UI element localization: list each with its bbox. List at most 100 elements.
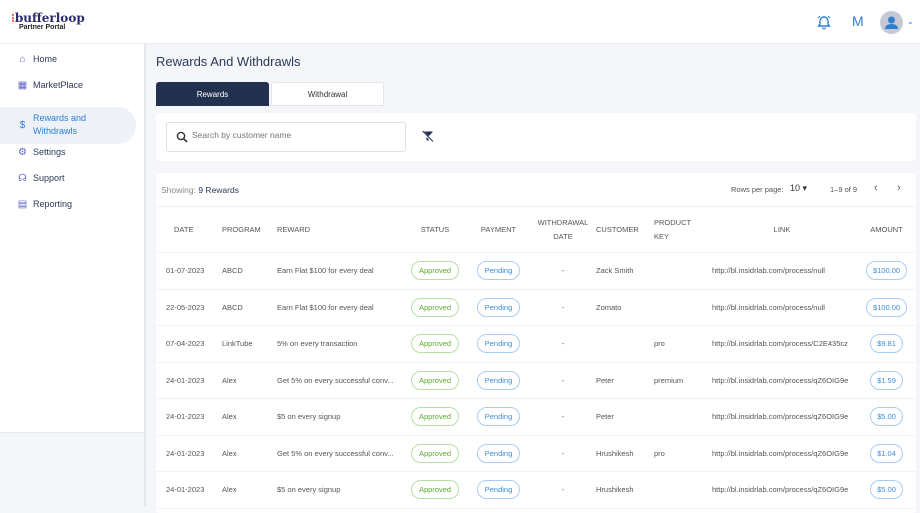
column-header-payment[interactable]: PAYMENT — [467, 207, 530, 253]
cell-reward: Earn Flat $100 for every deal — [277, 302, 374, 312]
payment-badge: Pending — [476, 480, 521, 500]
amount-badge: $100.00 — [865, 261, 908, 281]
sidebar-item-label: Support — [33, 172, 65, 183]
cell-link[interactable]: http://bl.insidrlab.com/process/qZ6OIG9e — [707, 435, 857, 472]
cell-customer: Zack Smith — [596, 266, 634, 276]
brand-name: bufferloop — [14, 11, 85, 25]
cell-reward: Get 5% on every successful conv... — [277, 448, 394, 458]
cell-date: 07-04-2023 — [166, 339, 205, 349]
status-badge: Approved — [410, 407, 460, 427]
cell-withdrawal-date: - — [561, 412, 565, 422]
cell-program: Alex — [222, 485, 237, 495]
cell-program: Alex — [222, 412, 237, 422]
sidebar-item-label: Reporting — [33, 198, 73, 209]
cell-link[interactable]: http://bl.insidrlab.com/process/C2E435cz — [707, 326, 857, 363]
payment-badge: Pending — [476, 334, 521, 354]
avatar[interactable] — [880, 11, 903, 34]
sidebar-item-label: Settings — [33, 146, 66, 157]
column-header-reward[interactable]: REWARD — [277, 207, 403, 253]
table-row[interactable]: 07-04-2023 LinkTube 5% on every transact… — [156, 326, 916, 363]
payment-badge: Pending — [476, 261, 521, 281]
search-card — [156, 113, 916, 161]
clear-filter-icon[interactable] — [421, 130, 434, 143]
table-row[interactable]: 24-01-2023 Alex Get 5% on every successf… — [156, 362, 916, 399]
cell-reward: Get 5% on every successful conv... — [277, 375, 394, 385]
cell-link[interactable]: http://bl.insidrlab.com/process/qZ6OIG9e — [707, 399, 857, 436]
cell-product-key: premium — [654, 375, 684, 385]
cell-product-key — [654, 289, 707, 326]
column-header-withdrawal-date[interactable]: WITHDRAWAL DATE — [530, 207, 596, 253]
amount-badge: $1.04 — [870, 443, 903, 463]
cell-customer: Hrushikesh — [596, 485, 634, 495]
cell-customer: Hrushikesh — [596, 448, 634, 458]
table-row[interactable]: 24-01-2023 Alex $5 on every signup Appro… — [156, 399, 916, 436]
sidebar-item-label: Home — [33, 53, 58, 64]
brand-subtitle: Partner Portal — [19, 24, 66, 31]
column-header-link[interactable]: LINK — [707, 207, 857, 253]
column-header-program[interactable]: PROGRAM — [222, 207, 277, 253]
sidebar-item-rewards[interactable]: $ Rewards and Withdrawls — [0, 107, 136, 144]
cell-program: ABCD — [222, 266, 243, 276]
status-badge: Approved — [410, 370, 460, 390]
chevron-down-icon[interactable]: ⌄ — [907, 17, 914, 26]
prev-page-icon[interactable]: ‹ — [874, 182, 878, 194]
status-badge: Approved — [410, 334, 460, 354]
payment-badge: Pending — [476, 370, 521, 390]
cell-reward: $5 on every signup — [277, 485, 341, 495]
cell-withdrawal-date: - — [561, 448, 565, 458]
cell-product-key — [654, 253, 707, 290]
sidebar-item-label: MarketPlace — [33, 79, 84, 90]
showing-count: Showing: 9 Rewards — [161, 185, 239, 195]
amount-badge: $1.59 — [870, 370, 903, 390]
status-badge: Approved — [410, 443, 460, 463]
notification-bell-icon[interactable] — [816, 14, 832, 30]
cell-date: 22-05-2023 — [166, 302, 205, 312]
table-row[interactable]: 24-01-2023 Alex $5 on every signup Appro… — [156, 472, 916, 509]
amount-badge: $5.00 — [870, 480, 903, 500]
status-badge: Approved — [410, 480, 460, 500]
pagination-range: 1–9 of 9 — [830, 185, 858, 194]
column-header-date[interactable]: DATE — [156, 207, 222, 253]
cell-date: 24-01-2023 — [166, 448, 205, 458]
cell-product-key — [654, 472, 707, 509]
rows-per-page-select[interactable]: 10 ▾ — [790, 183, 807, 194]
sidebar-item-label: Rewards and — [33, 113, 87, 123]
rewards-table: DATE PROGRAM REWARD STATUS PAYMENT WITHD… — [156, 206, 916, 509]
table-row[interactable]: 24-01-2023 Alex Get 5% on every successf… — [156, 435, 916, 472]
cell-program: ABCD — [222, 302, 243, 312]
cell-link[interactable]: http://bl.insidrlab.com/process/null — [707, 289, 857, 326]
top-bar: ⁝bufferloop Partner Portal M ⌄ — [0, 0, 920, 44]
column-header-status[interactable]: STATUS — [403, 207, 467, 253]
payment-badge: Pending — [476, 407, 521, 427]
cell-program: Alex — [222, 448, 237, 458]
cell-product-key: pro — [654, 448, 665, 458]
search-icon — [176, 131, 188, 143]
cell-link[interactable]: http://bl.insidrlab.com/process/qZ6OIG9e — [707, 362, 857, 399]
search-input[interactable] — [192, 130, 392, 140]
cell-program: Alex — [222, 375, 237, 385]
cell-customer: Zomato — [596, 302, 622, 312]
cell-reward: $5 on every signup — [277, 412, 341, 422]
table-header-row: DATE PROGRAM REWARD STATUS PAYMENT WITHD… — [156, 206, 916, 253]
cell-customer — [596, 326, 654, 363]
next-page-icon[interactable]: › — [897, 182, 901, 194]
cell-link[interactable]: http://bl.insidrlab.com/process/null — [707, 253, 857, 290]
user-initial[interactable]: M — [852, 13, 864, 29]
cell-date: 24-01-2023 — [166, 485, 205, 495]
column-header-customer[interactable]: CUSTOMER — [596, 207, 654, 253]
status-badge: Approved — [410, 261, 460, 281]
column-header-amount[interactable]: AMOUNT — [857, 207, 916, 253]
cell-link[interactable]: http://bl.insidrlab.com/process/qZ6OIG9e — [707, 472, 857, 509]
table-row[interactable]: 01-07-2023 ABCD Earn Flat $100 for every… — [156, 253, 916, 290]
search-box[interactable] — [166, 122, 406, 152]
column-header-product-key[interactable]: PRODUCT KEY — [654, 207, 707, 253]
cell-date: 24-01-2023 — [166, 375, 205, 385]
tab-rewards[interactable]: Rewards — [156, 82, 269, 106]
payment-badge: Pending — [476, 297, 521, 317]
tab-withdrawal[interactable]: Withdrawal — [271, 82, 384, 106]
brand-logo[interactable]: ⁝bufferloop Partner Portal — [11, 12, 85, 32]
rewards-table-card: Showing: 9 Rewards Rows per page: 10 ▾ 1… — [156, 173, 916, 513]
user-icon — [885, 16, 898, 29]
table-row[interactable]: 22-05-2023 ABCD Earn Flat $100 for every… — [156, 289, 916, 326]
store-icon: ▦ — [17, 79, 28, 91]
